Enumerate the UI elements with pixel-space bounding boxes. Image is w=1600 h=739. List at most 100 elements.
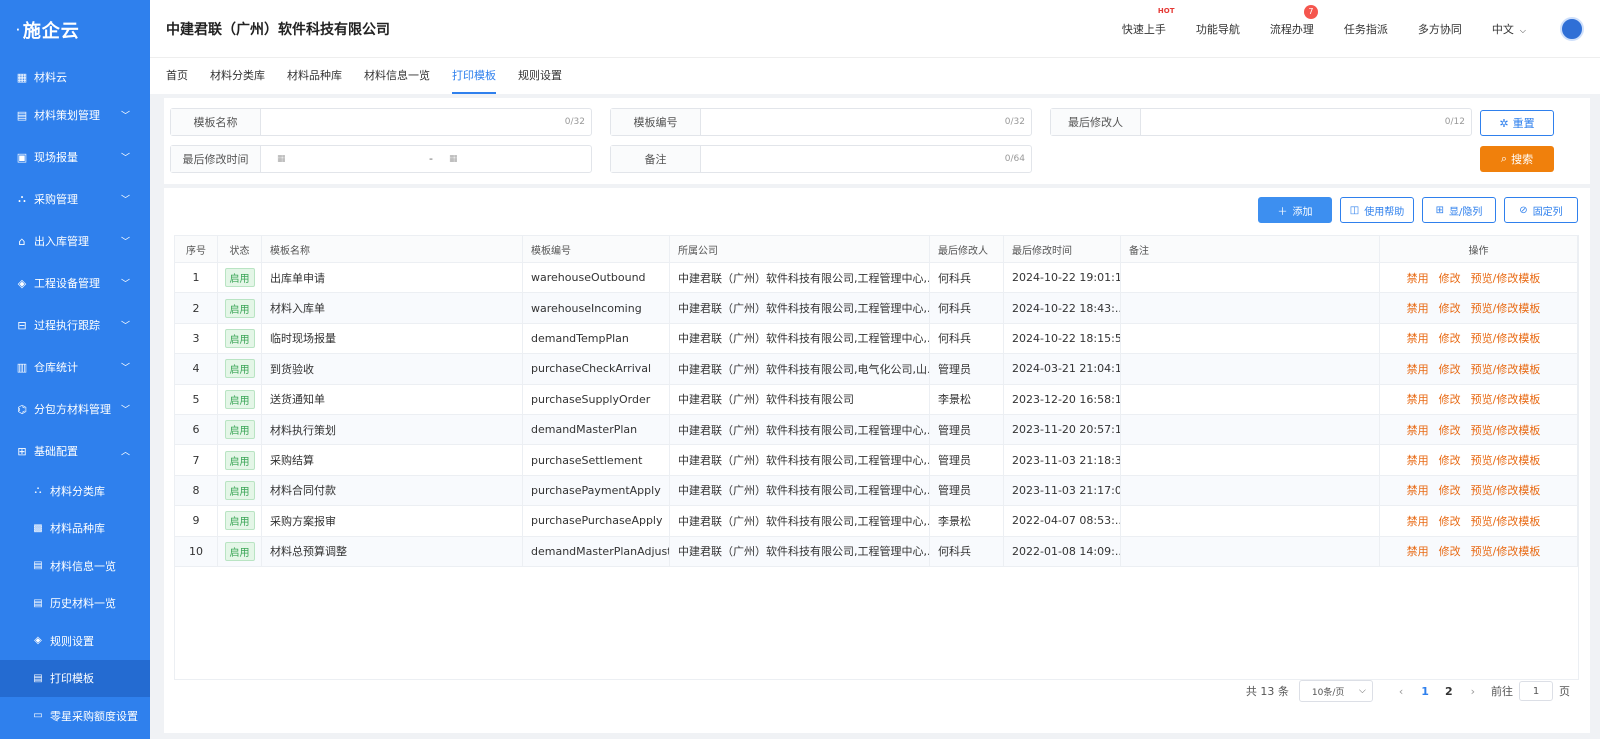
toggle-columns-button[interactable]: ⊞ 显/隐列: [1422, 197, 1496, 223]
preview-edit-template-button[interactable]: 预览/修改模板: [1471, 422, 1541, 438]
tab-2[interactable]: 材料品种库: [287, 58, 342, 94]
sidebar-item-0[interactable]: ▦ 材料云: [0, 60, 150, 94]
sidebar-item-1[interactable]: ▤ 材料策划管理 ﹀: [0, 94, 150, 136]
edit-button[interactable]: 修改: [1439, 543, 1461, 559]
last-modifier-field[interactable]: 最后修改人 0/12: [1050, 108, 1472, 136]
template-name-field[interactable]: 模板名称 0/32: [170, 108, 592, 136]
collaboration-link[interactable]: 多方协同: [1418, 21, 1462, 37]
sidebar-item-4[interactable]: ⌂ 出入库管理 ﹀: [0, 220, 150, 262]
preview-edit-template-button[interactable]: 预览/修改模板: [1471, 361, 1541, 377]
sidebar-item-2[interactable]: ▣ 现场报量 ﹀: [0, 136, 150, 178]
preview-edit-template-button[interactable]: 预览/修改模板: [1471, 391, 1541, 407]
sidebar-item-5[interactable]: ◈ 工程设备管理 ﹀: [0, 262, 150, 304]
goto-page-input[interactable]: 1: [1519, 681, 1553, 701]
sidebar-subitem-3[interactable]: ▤ 历史材料一览: [0, 585, 150, 623]
edit-button[interactable]: 修改: [1439, 422, 1461, 438]
search-button[interactable]: ⌕ 搜索: [1480, 146, 1554, 172]
edit-button[interactable]: 修改: [1439, 452, 1461, 468]
sidebar-item-6[interactable]: ⊟ 过程执行跟踪 ﹀: [0, 304, 150, 346]
remark-input[interactable]: 0/64: [701, 146, 1031, 172]
cell-code: purchasePurchaseApply: [523, 506, 670, 536]
process-link[interactable]: 流程办理 7: [1270, 5, 1318, 37]
sidebar-subitem-4[interactable]: ◈ 规则设置: [0, 622, 150, 660]
template-code-input[interactable]: 0/32: [701, 109, 1031, 135]
app-logo[interactable]: · 施企云: [0, 0, 150, 60]
preview-edit-template-button[interactable]: 预览/修改模板: [1471, 482, 1541, 498]
tab-0[interactable]: 首页: [166, 58, 188, 94]
sidebar-subitem-5[interactable]: ▤ 打印模板: [0, 659, 150, 697]
next-page-icon[interactable]: ›: [1471, 685, 1475, 698]
task-assign-link[interactable]: 任务指派: [1344, 21, 1388, 37]
tab-3[interactable]: 材料信息一览: [364, 58, 430, 94]
preview-edit-template-button[interactable]: 预览/修改模板: [1471, 513, 1541, 529]
sidebar-subitem-6[interactable]: ▭ 零星采购额度设置: [0, 697, 150, 735]
help-button[interactable]: ◫ 使用帮助: [1340, 197, 1414, 223]
edit-button[interactable]: 修改: [1439, 330, 1461, 346]
table-row[interactable]: 4 启用 到货验收 purchaseCheckArrival 中建君联（广州）软件科技有…: [175, 354, 1578, 385]
sidebar-item-3[interactable]: ⛬ 采购管理 ﹀: [0, 178, 150, 220]
reset-button[interactable]: ✲ 重置: [1480, 110, 1554, 136]
disable-button[interactable]: 禁用: [1407, 452, 1429, 468]
sidebar-item-7[interactable]: ▥ 仓库统计 ﹀: [0, 346, 150, 388]
disable-button[interactable]: 禁用: [1407, 270, 1429, 286]
last-modifier-input[interactable]: 0/12: [1141, 109, 1471, 135]
sidebar-item-label: 过程执行跟踪: [34, 319, 100, 332]
cell-remark: [1121, 263, 1380, 293]
template-name-input[interactable]: 0/32: [261, 109, 591, 135]
edit-button[interactable]: 修改: [1439, 513, 1461, 529]
edit-button[interactable]: 修改: [1439, 361, 1461, 377]
table-row[interactable]: 9 启用 采购方案报审 purchasePurchaseApply 中建君联（广州）软件…: [175, 506, 1578, 537]
edit-button[interactable]: 修改: [1439, 300, 1461, 316]
sidebar-item-9[interactable]: ⊞ 基础配置 ︿: [0, 430, 150, 472]
date-range-input[interactable]: ▦ - ▦: [261, 146, 591, 172]
remark-field[interactable]: 备注 0/64: [610, 145, 1032, 173]
edit-button[interactable]: 修改: [1439, 391, 1461, 407]
add-button[interactable]: ＋ 添加: [1258, 197, 1332, 223]
filter-panel: 模板名称 0/32 模板编号 0/32 最后修改人 0/12 最后修改时间 ▦ …: [164, 98, 1590, 184]
preview-edit-template-button[interactable]: 预览/修改模板: [1471, 270, 1541, 286]
disable-button[interactable]: 禁用: [1407, 482, 1429, 498]
disable-button[interactable]: 禁用: [1407, 361, 1429, 377]
table-row[interactable]: 2 启用 材料入库单 warehouseIncoming 中建君联（广州）软件科技有限公…: [175, 293, 1578, 324]
cell-name: 采购结算: [262, 445, 523, 475]
disable-button[interactable]: 禁用: [1407, 543, 1429, 559]
disable-button[interactable]: 禁用: [1407, 422, 1429, 438]
cell-remark: [1121, 506, 1380, 536]
table-row[interactable]: 6 启用 材料执行策划 demandMasterPlan 中建君联（广州）软件科技有限公…: [175, 415, 1578, 446]
user-avatar[interactable]: [1560, 17, 1584, 41]
preview-edit-template-button[interactable]: 预览/修改模板: [1471, 330, 1541, 346]
table-row[interactable]: 8 启用 材料合同付款 purchasePaymentApply 中建君联（广州）软件科…: [175, 475, 1578, 507]
page-1[interactable]: 1: [1421, 685, 1429, 698]
status-badge: 启用: [224, 480, 255, 500]
table-row[interactable]: 5 启用 送货通知单 purchaseSupplyOrder 中建君联（广州）软件科技有…: [175, 384, 1578, 415]
table-row[interactable]: 3 启用 临时现场报量 demandTempPlan 中建君联（广州）软件科技有限公司,…: [175, 323, 1578, 355]
disable-button[interactable]: 禁用: [1407, 513, 1429, 529]
last-modified-time-field[interactable]: 最后修改时间 ▦ - ▦: [170, 145, 592, 173]
sidebar-subitem-0[interactable]: ⛬ 材料分类库: [0, 472, 150, 510]
table-row[interactable]: 1 启用 出库单申请 warehouseOutbound 中建君联（广州）软件科技有限公…: [175, 263, 1578, 294]
sidebar-subitem-1[interactable]: ▩ 材料品种库: [0, 510, 150, 548]
template-code-field[interactable]: 模板编号 0/32: [610, 108, 1032, 136]
sidebar-item-8[interactable]: ⌬ 分包方材料管理 ﹀: [0, 388, 150, 430]
function-nav-link[interactable]: 功能导航: [1196, 21, 1240, 37]
sidebar-subitem-2[interactable]: ▤ 材料信息一览: [0, 547, 150, 585]
page-2[interactable]: 2: [1445, 685, 1453, 698]
tab-4[interactable]: 打印模板: [452, 58, 496, 94]
preview-edit-template-button[interactable]: 预览/修改模板: [1471, 543, 1541, 559]
tab-1[interactable]: 材料分类库: [210, 58, 265, 94]
preview-edit-template-button[interactable]: 预览/修改模板: [1471, 300, 1541, 316]
disable-button[interactable]: 禁用: [1407, 391, 1429, 407]
tab-5[interactable]: 规则设置: [518, 58, 562, 94]
edit-button[interactable]: 修改: [1439, 482, 1461, 498]
table-row[interactable]: 7 启用 采购结算 purchaseSettlement 中建君联（广州）软件科技有限公…: [175, 445, 1578, 476]
fix-columns-button[interactable]: ⊘ 固定列: [1504, 197, 1578, 223]
disable-button[interactable]: 禁用: [1407, 300, 1429, 316]
table-row[interactable]: 10 启用 材料总预算调整 demandMasterPlanAdjust 中建君联（广州…: [175, 536, 1578, 567]
prev-page-icon[interactable]: ‹: [1399, 685, 1403, 698]
page-size-select[interactable]: 10条/页 ⌵: [1298, 680, 1373, 702]
edit-button[interactable]: 修改: [1439, 270, 1461, 286]
preview-edit-template-button[interactable]: 预览/修改模板: [1471, 452, 1541, 468]
disable-button[interactable]: 禁用: [1407, 330, 1429, 346]
quick-start-link[interactable]: 快速上手 HOT: [1122, 7, 1175, 37]
language-select[interactable]: 中文 ⌵: [1492, 21, 1526, 37]
